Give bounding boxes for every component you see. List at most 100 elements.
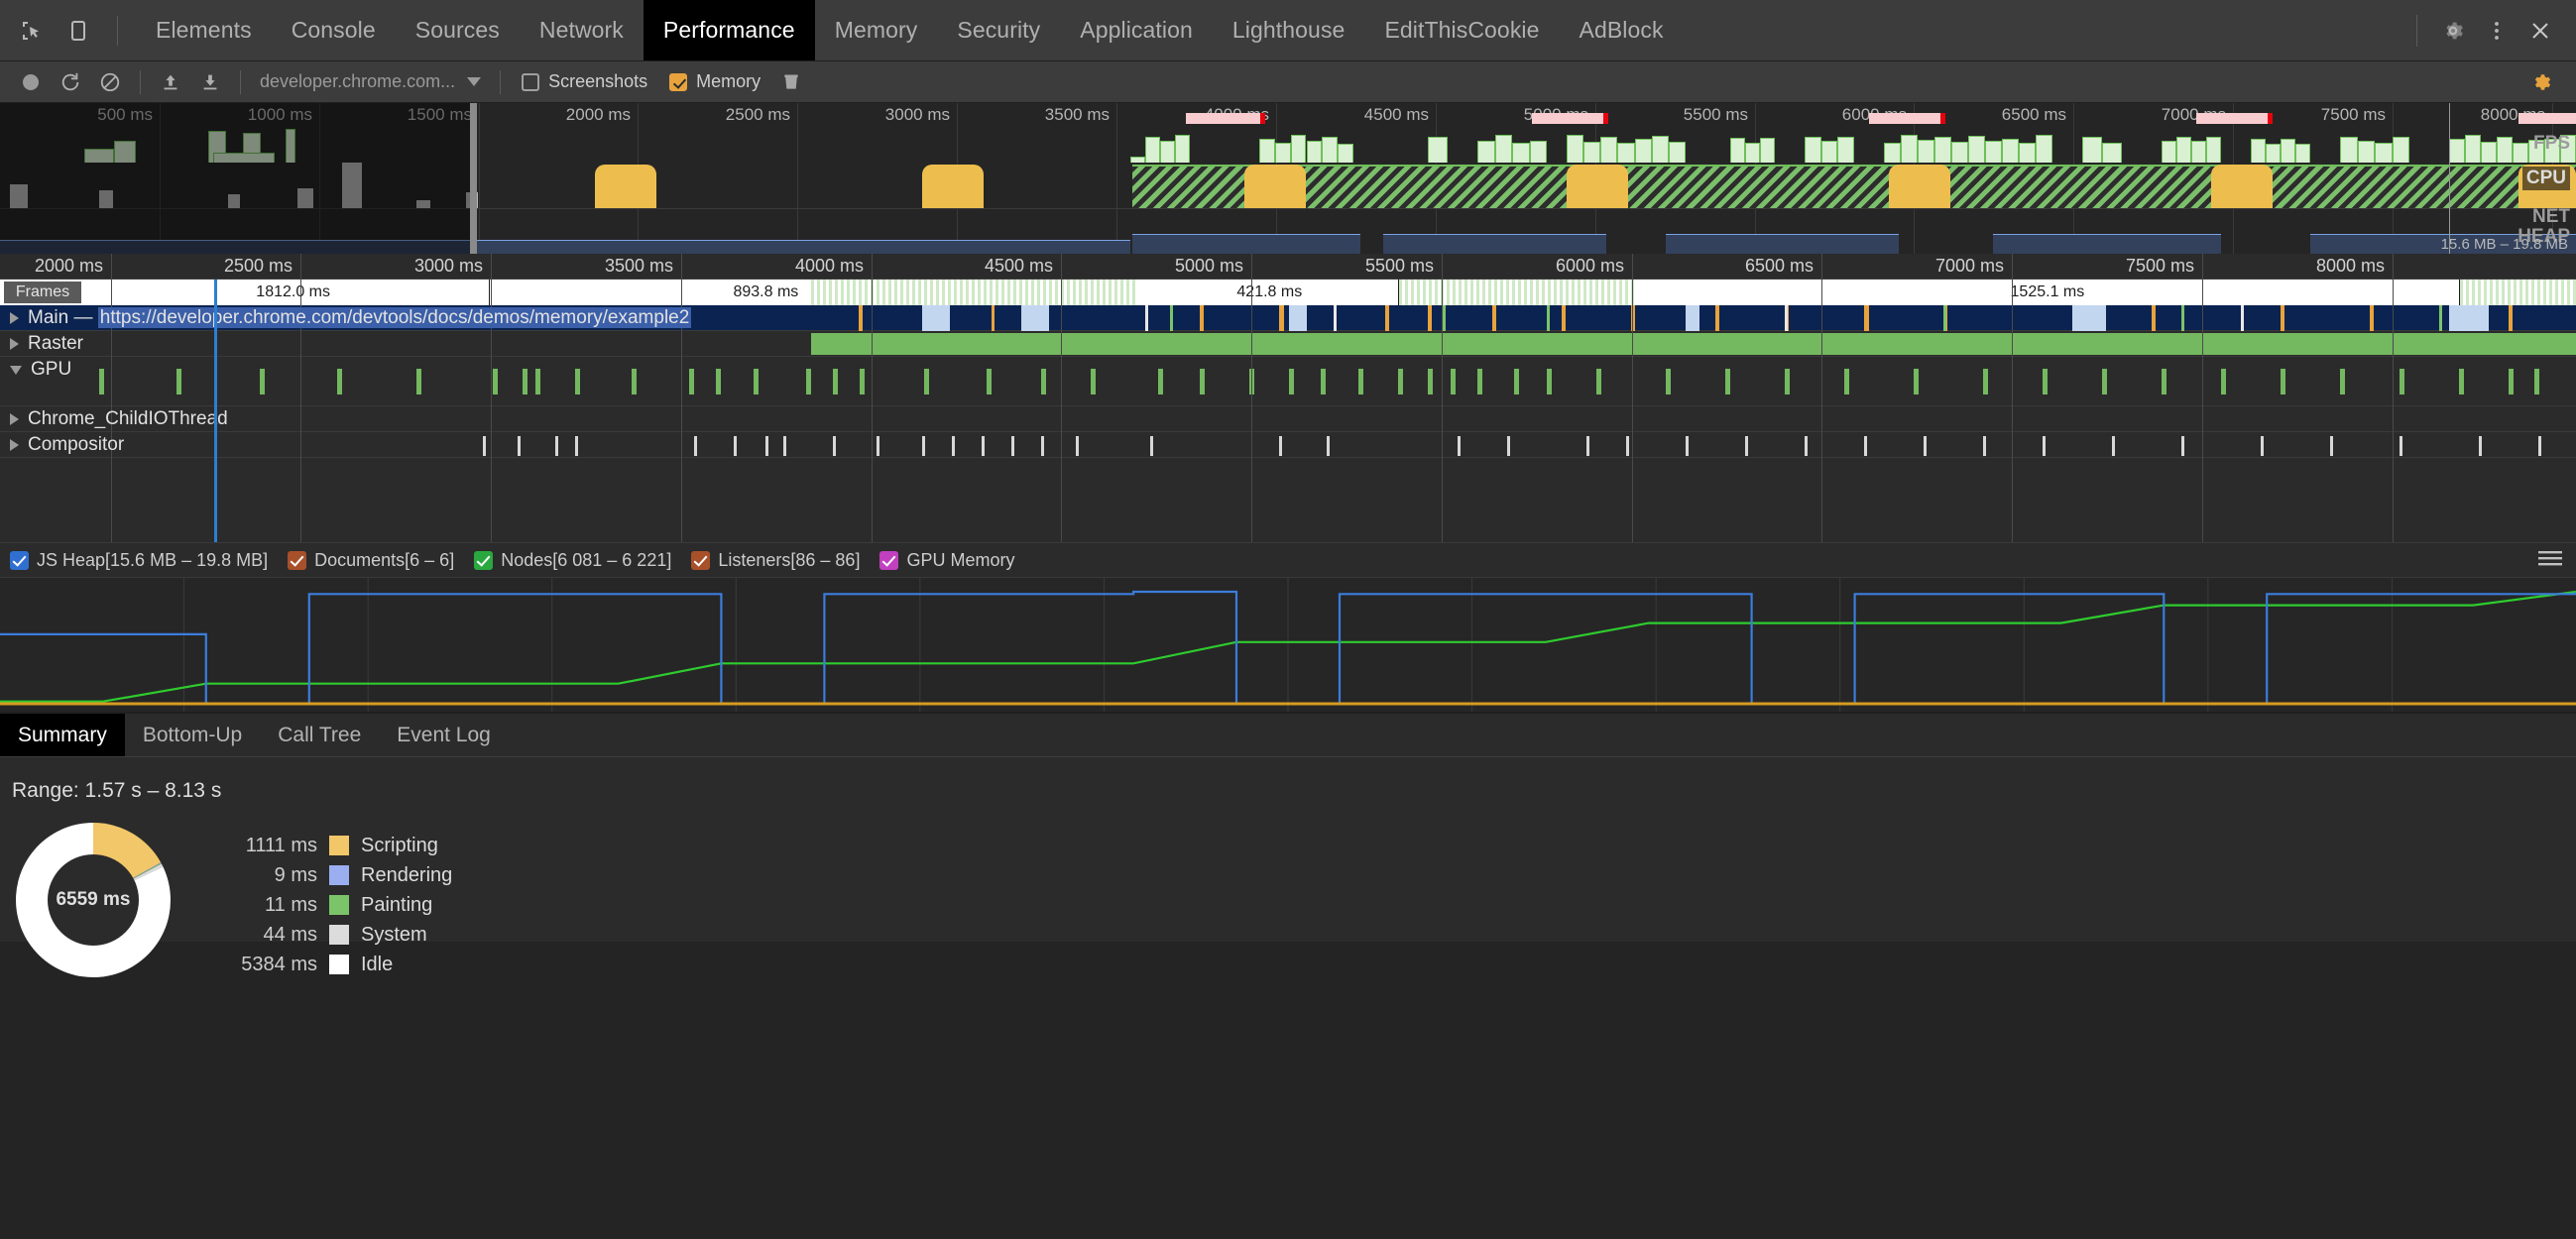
settings-gear-icon[interactable] <box>2433 11 2473 51</box>
compositor-event[interactable] <box>1327 436 1330 456</box>
expand-arrow-icon[interactable] <box>10 338 19 350</box>
details-tab-event-log[interactable]: Event Log <box>379 714 509 756</box>
gpu-event[interactable] <box>1547 369 1552 394</box>
gpu-event[interactable] <box>806 369 811 394</box>
compositor-event[interactable] <box>2261 436 2264 456</box>
gpu-event[interactable] <box>1158 369 1163 394</box>
compositor-event[interactable] <box>1011 436 1014 456</box>
device-toolbar-icon[interactable] <box>61 14 95 48</box>
gpu-event[interactable] <box>1725 369 1730 394</box>
compositor-event[interactable] <box>1458 436 1461 456</box>
compositor-event[interactable] <box>1983 436 1986 456</box>
compositor-event[interactable] <box>1864 436 1867 456</box>
main-event-block[interactable] <box>1021 305 1049 331</box>
main-event-scripting[interactable] <box>1428 305 1432 331</box>
gpu-event[interactable] <box>1428 369 1433 394</box>
counter-checkbox[interactable] <box>879 551 898 570</box>
compositor-event[interactable] <box>1586 436 1589 456</box>
gpu-event[interactable] <box>1596 369 1601 394</box>
gpu-event[interactable] <box>1914 369 1919 394</box>
gpu-event[interactable] <box>523 369 527 394</box>
track-gpu-header[interactable]: GPU <box>0 357 71 383</box>
activity-donut-chart[interactable]: 6559 ms <box>14 821 173 979</box>
track-gpu[interactable]: GPU <box>0 357 2576 406</box>
compositor-event[interactable] <box>694 436 697 456</box>
main-event-scripting[interactable] <box>859 305 863 331</box>
timeline-ruler[interactable]: 2000 ms2500 ms3000 ms3500 ms4000 ms4500 … <box>0 254 2576 280</box>
main-event-block[interactable] <box>1289 305 1307 331</box>
tab-sources[interactable]: Sources <box>396 0 520 60</box>
gpu-event[interactable] <box>924 369 929 394</box>
compositor-event[interactable] <box>952 436 955 456</box>
gpu-event[interactable] <box>2102 369 2107 394</box>
frame-cell[interactable]: 421.8 ms <box>1141 280 1399 305</box>
counter-gpu-memory[interactable]: GPU Memory <box>879 550 1014 571</box>
gpu-event[interactable] <box>1398 369 1403 394</box>
tab-performance[interactable]: Performance <box>644 0 815 60</box>
main-event-block[interactable] <box>2072 305 2106 331</box>
gpu-event[interactable] <box>2400 369 2404 394</box>
details-tab-summary[interactable]: Summary <box>0 714 125 756</box>
track-raster-header[interactable]: Raster <box>0 331 83 356</box>
main-event-scripting[interactable] <box>1492 305 1496 331</box>
gpu-event[interactable] <box>1200 369 1205 394</box>
legend-row[interactable]: 5384 msIdle <box>208 950 452 979</box>
legend-row[interactable]: 9 msRendering <box>208 860 452 890</box>
compositor-event[interactable] <box>1924 436 1927 456</box>
track-main-header[interactable]: Main — https://developer.chrome.com/devt… <box>0 305 691 330</box>
main-event-scripting[interactable] <box>2281 305 2284 331</box>
track-raster[interactable]: Raster <box>0 331 2576 357</box>
gpu-event[interactable] <box>1983 369 1988 394</box>
main-event-scripting[interactable] <box>2509 305 2513 331</box>
gpu-event[interactable] <box>2281 369 2285 394</box>
compositor-event[interactable] <box>555 436 558 456</box>
gpu-event[interactable] <box>2509 369 2514 394</box>
tab-lighthouse[interactable]: Lighthouse <box>1213 0 1365 60</box>
frame-cell[interactable]: 1812.0 ms <box>98 280 490 305</box>
compositor-event[interactable] <box>2043 436 2046 456</box>
recording-target-select[interactable]: developer.chrome.com... <box>252 71 489 92</box>
compositor-event[interactable] <box>1279 436 1282 456</box>
counter-documents[interactable]: Documents[6 – 6] <box>288 550 454 571</box>
gpu-event[interactable] <box>1477 369 1482 394</box>
gpu-event[interactable] <box>1844 369 1849 394</box>
details-tab-call-tree[interactable]: Call Tree <box>260 714 379 756</box>
main-event-block[interactable] <box>1686 305 1699 331</box>
expand-arrow-icon[interactable] <box>10 413 19 425</box>
main-event-scripting[interactable] <box>2370 305 2374 331</box>
compositor-event[interactable] <box>1150 436 1153 456</box>
counter-checkbox[interactable] <box>474 551 493 570</box>
frames-track[interactable]: 1812.0 ms893.8 ms421.8 ms1525.1 ms Frame… <box>0 280 2576 305</box>
screenshots-checkbox[interactable]: Screenshots <box>512 71 657 92</box>
gpu-event[interactable] <box>833 369 838 394</box>
memory-checkbox[interactable]: Memory <box>659 71 770 92</box>
main-event-system[interactable] <box>1334 305 1337 331</box>
compositor-event[interactable] <box>734 436 737 456</box>
gpu-event[interactable] <box>2534 369 2539 394</box>
clear-recording-button[interactable] <box>91 65 129 99</box>
legend-row[interactable]: 1111 msScripting <box>208 831 452 860</box>
main-event-painting[interactable] <box>1943 305 1946 331</box>
details-tab-bottom-up[interactable]: Bottom-Up <box>125 714 260 756</box>
tab-console[interactable]: Console <box>272 0 396 60</box>
main-event-scripting[interactable] <box>1715 305 1719 331</box>
gpu-event[interactable] <box>493 369 498 394</box>
track-compositor[interactable]: Compositor <box>0 432 2576 458</box>
counter-nodes[interactable]: Nodes[6 081 – 6 221] <box>474 550 671 571</box>
timeline-overview[interactable]: 500 ms1000 ms1500 ms2000 ms2500 ms3000 m… <box>0 103 2576 254</box>
counter-checkbox[interactable] <box>288 551 306 570</box>
gpu-event[interactable] <box>1514 369 1519 394</box>
gpu-event[interactable] <box>260 369 265 394</box>
gpu-event[interactable] <box>1666 369 1671 394</box>
main-event-painting[interactable] <box>1443 305 1446 331</box>
compositor-event[interactable] <box>922 436 925 456</box>
compositor-event[interactable] <box>982 436 985 456</box>
gpu-event[interactable] <box>2043 369 2048 394</box>
compositor-event[interactable] <box>483 436 486 456</box>
compositor-event[interactable] <box>877 436 879 456</box>
gpu-event[interactable] <box>987 369 992 394</box>
frame-cell[interactable]: 1525.1 ms <box>1636 280 2460 305</box>
main-event-system[interactable] <box>2241 305 2244 331</box>
gpu-event[interactable] <box>575 369 580 394</box>
main-event-painting[interactable] <box>1170 305 1173 331</box>
